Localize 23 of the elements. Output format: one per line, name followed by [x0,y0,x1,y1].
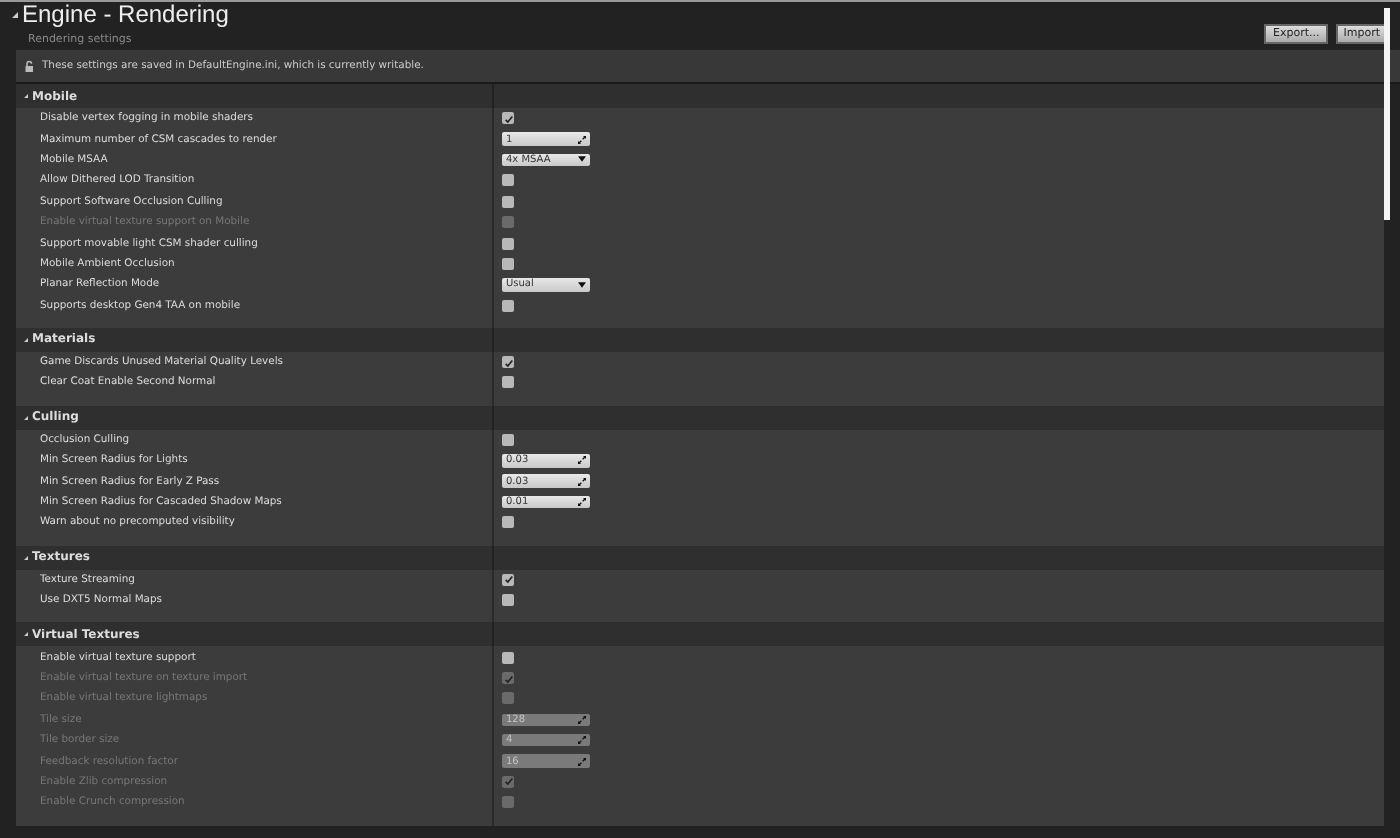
checkbox[interactable] [502,257,514,270]
unlocked-lock-icon [24,60,36,72]
caret-icon[interactable] [578,281,586,288]
page-title: Engine - Rendering [22,2,229,28]
checkbox[interactable] [502,376,514,389]
checkbox[interactable] [502,651,514,664]
checkbox[interactable] [502,433,514,446]
checkbox[interactable] [502,594,514,607]
resize-arrows-icon[interactable] [578,456,586,465]
checkbox[interactable] [502,174,514,187]
checkbox[interactable] [502,195,514,208]
resize-arrows-icon[interactable] [578,498,586,507]
checkbox[interactable] [502,237,514,250]
checkbox[interactable] [502,573,514,586]
caret-icon[interactable] [578,156,586,163]
checkbox[interactable] [502,112,514,125]
checkbox[interactable] [502,356,514,369]
resize-arrows-icon[interactable] [578,477,586,486]
resize-arrows-icon[interactable] [578,135,586,144]
checkbox[interactable] [502,516,514,529]
checkbox[interactable] [502,299,514,312]
scrollbar-thumb[interactable] [1384,8,1390,220]
collapse-arrow-icon[interactable] [12,12,18,18]
